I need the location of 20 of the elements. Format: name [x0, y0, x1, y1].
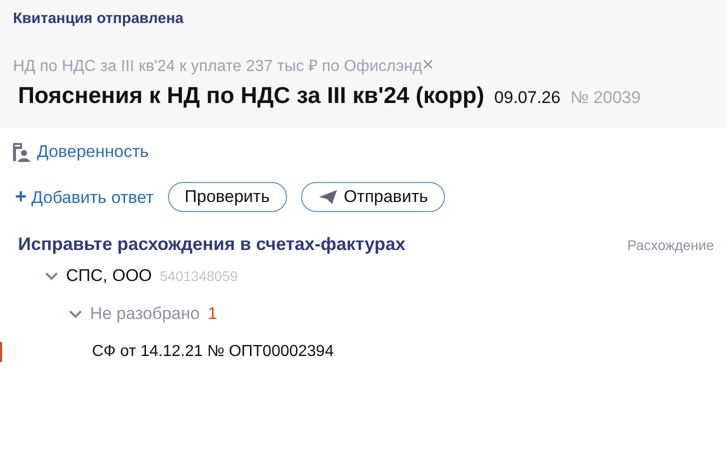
tax-id: 5401348059: [160, 268, 238, 284]
invoice-item[interactable]: СФ от 14.12.21 № ОПТ00002394: [92, 343, 334, 361]
person-document-icon: [12, 142, 32, 162]
column-header: Расхождение: [627, 237, 714, 253]
status-text: Квитанция отправлена: [13, 10, 185, 29]
unsorted-count: 1: [208, 304, 218, 324]
document-number: № 20039: [570, 88, 641, 108]
power-of-attorney-link[interactable]: Доверенность: [37, 142, 149, 162]
send-button[interactable]: Отправить: [300, 182, 445, 212]
chevron-icon[interactable]: [45, 272, 58, 280]
document-title: Пояснения к НД по НДС за III кв'24 (корр): [18, 82, 484, 109]
check-button[interactable]: Проверить: [168, 182, 287, 212]
chevron-icon[interactable]: [69, 310, 82, 318]
document-subtitle: НД по НДС за III кв'24 к уплате 237 тыс ₽ по Офислэнд: [13, 57, 422, 76]
section-title: Исправьте расхождения в счетах-фактурах: [18, 234, 406, 255]
document-date: 09.07.26: [494, 88, 560, 108]
organization-name: СПС, ООО: [66, 266, 152, 286]
paper-plane-icon: [318, 189, 338, 205]
add-answer-link[interactable]: + Добавить ответ: [15, 186, 154, 208]
group-name: Не разобрано: [90, 304, 200, 324]
